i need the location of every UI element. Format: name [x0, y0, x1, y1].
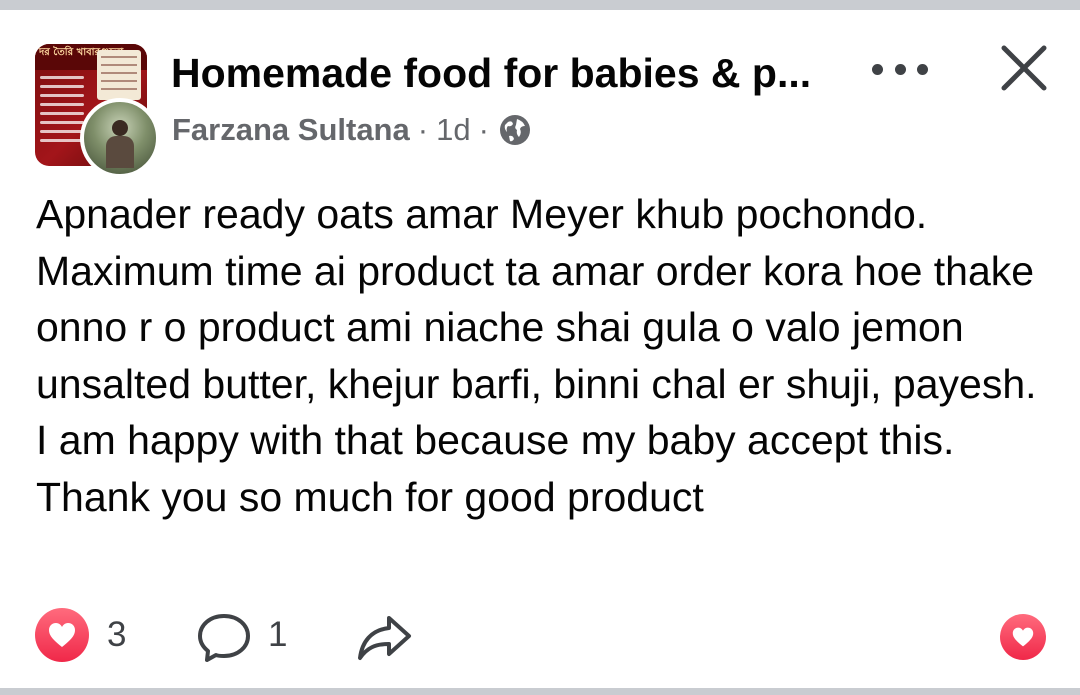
group-name[interactable]: Homemade food for babies & p... [171, 48, 831, 98]
love-icon[interactable] [1000, 614, 1046, 660]
comment-count[interactable]: 1 [268, 614, 287, 656]
share-icon[interactable] [355, 612, 413, 664]
author-avatar[interactable] [80, 98, 160, 178]
heart-icon [1012, 627, 1034, 647]
avatar-body [106, 136, 134, 168]
post-meta: Farzana Sultana · 1d · [172, 110, 531, 150]
reaction-count[interactable]: 3 [107, 614, 126, 656]
more-options-icon[interactable] [872, 62, 928, 76]
post-time[interactable]: 1d [436, 112, 470, 148]
author-name[interactable]: Farzana Sultana [172, 112, 410, 148]
meta-separator: · [478, 112, 489, 147]
close-icon[interactable] [996, 40, 1052, 96]
love-reaction-icon[interactable] [35, 608, 89, 662]
thumbnail-panel [97, 50, 141, 100]
avatar-head [112, 120, 128, 136]
top-divider [0, 0, 1080, 10]
comment-icon[interactable] [196, 612, 252, 664]
heart-icon [49, 623, 75, 647]
meta-separator: · [417, 112, 429, 147]
bottom-divider [0, 688, 1080, 695]
post-text: Apnader ready oats amar Meyer khub pocho… [36, 191, 1037, 520]
globe-icon [499, 115, 530, 145]
post-card: দর তৈরি খাবারগুলো Homemade food for babi… [0, 10, 1080, 688]
thumbnail-text-lines [40, 76, 84, 148]
